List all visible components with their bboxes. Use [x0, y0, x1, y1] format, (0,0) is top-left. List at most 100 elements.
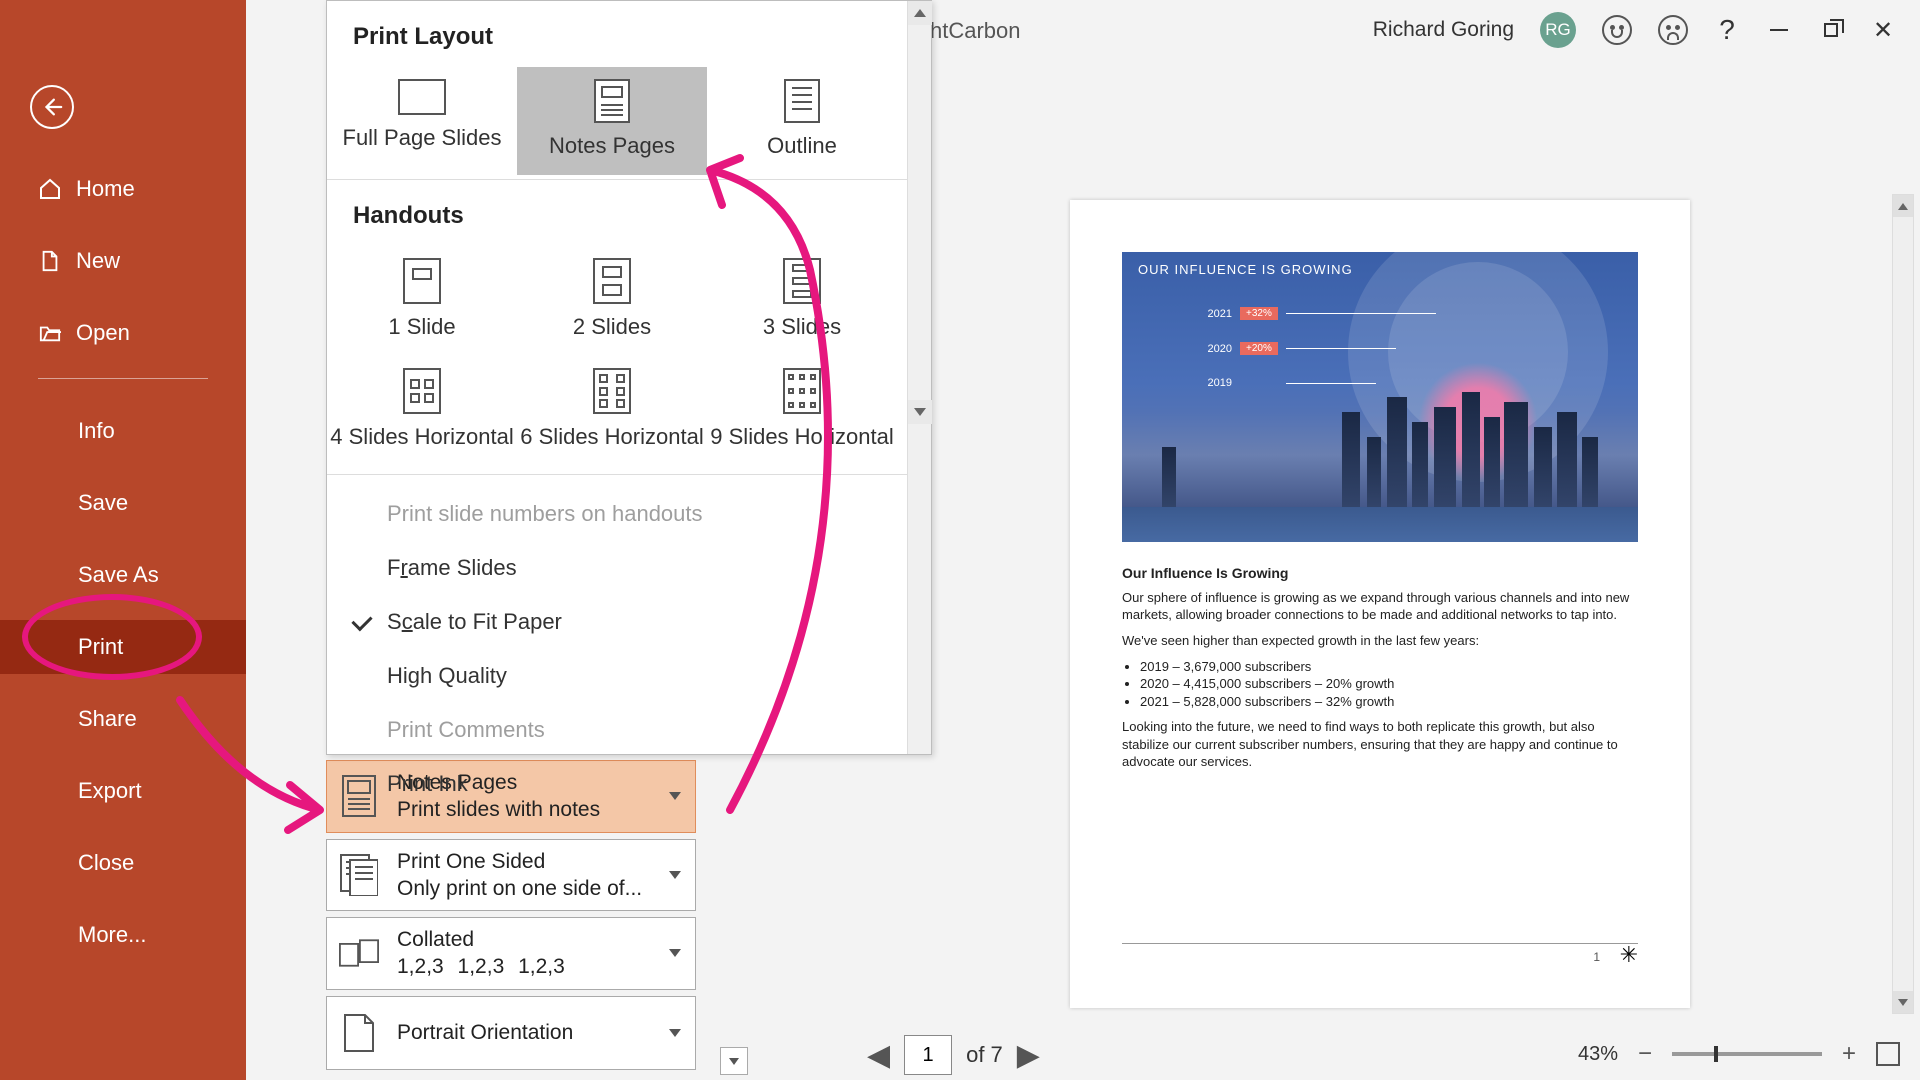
option-label: 4 Slides Horizontal: [327, 424, 517, 450]
handout-3-slides[interactable]: 3 Slides: [707, 246, 897, 356]
zoom-controls: 43% − +: [1578, 1042, 1900, 1066]
option-label: 1 Slide: [327, 314, 517, 340]
section-handouts: Handouts: [327, 180, 931, 246]
sidebar-divider: [38, 378, 208, 379]
sidebar-new[interactable]: New: [0, 234, 246, 288]
current-page-input[interactable]: [904, 1035, 952, 1075]
handout-4-horizontal[interactable]: 4 Slides Horizontal: [327, 356, 517, 466]
setting-title: Collated: [397, 926, 565, 953]
sidebar-print[interactable]: Print: [0, 620, 246, 674]
notes-paragraph: Looking into the future, we need to find…: [1122, 718, 1638, 771]
scroll-down-button[interactable]: [1893, 991, 1913, 1013]
setting-sided[interactable]: Print One SidedOnly print on one side of…: [326, 839, 696, 912]
prev-page-button[interactable]: ◀: [867, 1038, 890, 1073]
sidebar-label: Close: [78, 850, 134, 876]
option-label: 6 Slides Horizontal: [517, 424, 707, 450]
sidebar-close[interactable]: Close: [0, 836, 246, 890]
setting-orientation[interactable]: Portrait Orientation: [326, 996, 696, 1070]
restore-button[interactable]: [1818, 17, 1844, 43]
sidebar-label: New: [76, 248, 120, 274]
print-preview-page: OUR INFLUENCE IS GROWING 2021+32% 2020+2…: [1070, 200, 1690, 1008]
check-icon: [351, 610, 372, 631]
handout-1-slide[interactable]: 1 Slide: [327, 246, 517, 356]
sidebar-label: More...: [78, 922, 146, 948]
opt-print-slide-numbers: Print slide numbers on handouts: [327, 487, 931, 541]
sidebar-info[interactable]: Info: [0, 404, 246, 458]
speaker-notes: Our Influence Is Growing Our sphere of i…: [1122, 564, 1638, 771]
sidebar-label: Share: [78, 706, 137, 732]
setting-collated[interactable]: Collated1,2,3 1,2,3 1,2,3: [326, 917, 696, 990]
sidebar-label: Save As: [78, 562, 159, 588]
company-logo-icon: ✳: [1620, 942, 1638, 968]
sidebar-share[interactable]: Share: [0, 692, 246, 746]
sidebar-label: Save: [78, 490, 128, 516]
sidebar-label: Export: [78, 778, 142, 804]
document-title-partial: htCarbon: [930, 18, 1021, 44]
notes-bullet: 2020 – 4,415,000 subscribers – 20% growt…: [1140, 675, 1638, 693]
layout-notes-pages[interactable]: Notes Pages: [517, 67, 707, 175]
option-label: 2 Slides: [517, 314, 707, 340]
new-icon: [38, 249, 62, 273]
zoom-in-button[interactable]: +: [1838, 1043, 1860, 1065]
notes-bullet: 2019 – 3,679,000 subscribers: [1140, 658, 1638, 676]
chevron-down-icon: [669, 949, 681, 957]
scroll-down-button[interactable]: [908, 400, 932, 424]
page-navigation: ◀ of 7 ▶: [867, 1035, 1040, 1075]
zoom-to-fit-button[interactable]: [1876, 1042, 1900, 1066]
option-label: Outline: [707, 133, 897, 159]
handout-2-slides[interactable]: 2 Slides: [517, 246, 707, 356]
notes-paragraph: We've seen higher than expected growth i…: [1122, 632, 1638, 650]
option-label: 9 Slides Horizontal: [707, 424, 897, 450]
page-number: 1: [1593, 950, 1600, 964]
sidebar-label: Info: [78, 418, 115, 444]
chevron-down-icon: [669, 871, 681, 879]
zoom-slider[interactable]: [1672, 1052, 1822, 1056]
opt-scale-to-fit[interactable]: Scale to Fit Paper: [327, 595, 931, 649]
opt-high-quality[interactable]: High Quality: [327, 649, 931, 703]
page-count: of 7: [966, 1042, 1003, 1068]
chevron-down-icon: [669, 1029, 681, 1037]
layout-full-page[interactable]: Full Page Slides: [327, 67, 517, 175]
arrow-left-icon: [41, 96, 63, 118]
close-window-button[interactable]: ✕: [1870, 17, 1896, 43]
scroll-up-button[interactable]: [908, 1, 932, 25]
settings-overflow-button[interactable]: [720, 1047, 748, 1075]
setting-title: Print One Sided: [397, 848, 642, 875]
back-button[interactable]: [30, 85, 74, 129]
layout-outline[interactable]: Outline: [707, 67, 897, 175]
slide-thumbnail: OUR INFLUENCE IS GROWING 2021+32% 2020+2…: [1122, 252, 1638, 542]
sidebar-label: Open: [76, 320, 130, 346]
notes-heading: Our Influence Is Growing: [1122, 564, 1638, 583]
opt-print-comments: Print Comments: [327, 703, 931, 757]
zoom-out-button[interactable]: −: [1634, 1043, 1656, 1065]
sidebar-more[interactable]: More...: [0, 908, 246, 962]
sidebar-label: Home: [76, 176, 135, 202]
handout-9-horizontal[interactable]: 9 Slides Horizontal: [707, 356, 897, 466]
sidebar-open[interactable]: Open: [0, 306, 246, 360]
open-icon: [38, 321, 62, 345]
print-layout-dropdown: Print Layout Full Page Slides Notes Page…: [326, 0, 932, 755]
opt-frame-slides[interactable]: Frame Slides: [327, 541, 931, 595]
setting-subtitle: Only print on one side of...: [397, 875, 642, 902]
preview-scrollbar[interactable]: [1892, 194, 1914, 1014]
next-page-button[interactable]: ▶: [1017, 1038, 1040, 1073]
help-icon[interactable]: ?: [1714, 17, 1740, 43]
sidebar-label: Print: [78, 634, 123, 660]
user-avatar[interactable]: RG: [1540, 12, 1576, 48]
one-sided-icon: [339, 855, 379, 895]
notes-bullet: 2021 – 5,828,000 subscribers – 32% growt…: [1140, 693, 1638, 711]
setting-subtitle: 1,2,3 1,2,3 1,2,3: [397, 953, 565, 980]
scroll-up-button[interactable]: [1893, 195, 1913, 217]
handout-6-horizontal[interactable]: 6 Slides Horizontal: [517, 356, 707, 466]
feedback-sad-icon[interactable]: [1658, 15, 1688, 45]
sidebar-save-as[interactable]: Save As: [0, 548, 246, 602]
sidebar-home[interactable]: Home: [0, 162, 246, 216]
title-bar-right: Richard Goring RG ? ✕: [1373, 0, 1920, 60]
sidebar-save[interactable]: Save: [0, 476, 246, 530]
portrait-icon: [339, 1013, 379, 1053]
sidebar-export[interactable]: Export: [0, 764, 246, 818]
feedback-happy-icon[interactable]: [1602, 15, 1632, 45]
option-label: Notes Pages: [517, 133, 707, 159]
minimize-button[interactable]: [1766, 17, 1792, 43]
opt-print-ink[interactable]: Print Ink: [327, 757, 931, 811]
